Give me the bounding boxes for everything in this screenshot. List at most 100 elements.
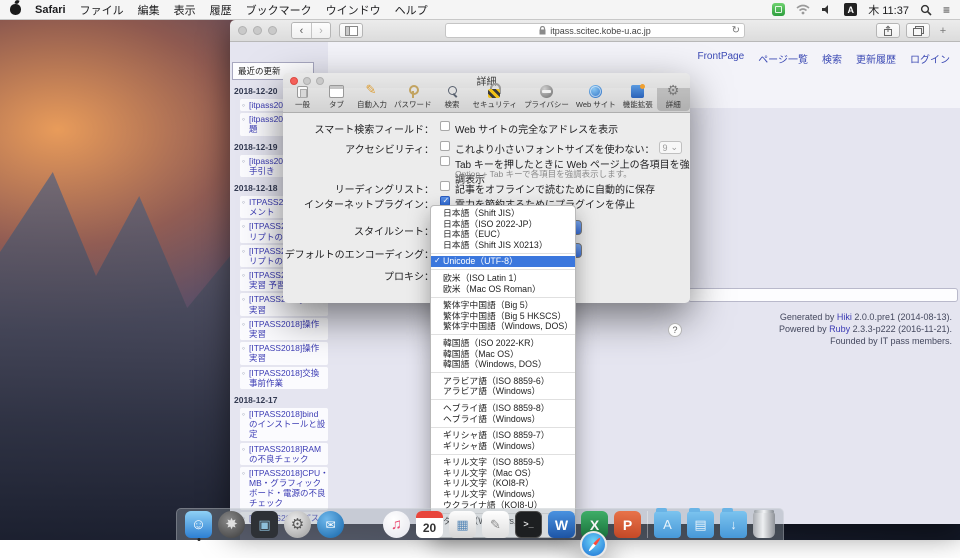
encoding-option[interactable]: ✓ 欧米（Mac OS Roman） [431, 284, 575, 295]
menubar-app-name[interactable]: Safari [35, 4, 66, 16]
encoding-option[interactable]: ✓ Unicode（UTF-8） [431, 256, 575, 267]
encoding-option[interactable]: ✓ [431, 399, 575, 400]
encoding-option[interactable]: ✓ [431, 253, 575, 254]
dock-icon-folder-downloads[interactable]: ↓ [720, 511, 747, 538]
input-source-icon[interactable]: A [844, 3, 857, 16]
dock-icon-mission[interactable]: ▣ [251, 511, 278, 538]
encoding-option[interactable]: ✓ 繁体字中国語（Big 5） [431, 300, 575, 311]
encoding-option[interactable]: ✓ キリル文字（Mac OS） [431, 468, 575, 479]
encoding-option[interactable]: ✓ アラビア語（ISO 8859-6） [431, 376, 575, 387]
prefs-tab-advanced[interactable]: 詳細 [657, 84, 690, 111]
encoding-option[interactable]: ✓ キリル文字（KOI8-R） [431, 478, 575, 489]
encoding-option[interactable]: ✓ [431, 454, 575, 455]
zoom-button[interactable] [268, 26, 277, 35]
sidebar-entry[interactable]: [ITPASS2018]操作実習 [240, 342, 328, 364]
show-full-address-checkbox[interactable] [440, 121, 450, 131]
encoding-option[interactable]: ✓ キリル文字（Windows） [431, 489, 575, 500]
encoding-option[interactable]: ✓ ヘブライ語（ISO 8859-8） [431, 403, 575, 414]
share-button[interactable] [876, 23, 900, 38]
min-font-size-checkbox[interactable] [440, 141, 450, 151]
sidebar-toggle-button[interactable] [339, 23, 363, 38]
forward-button[interactable]: › [311, 23, 330, 38]
menubar-menu-item[interactable]: ウインドウ [326, 2, 381, 18]
prefs-tab-general[interactable]: 一般 [286, 85, 319, 111]
close-button[interactable] [238, 26, 247, 35]
minimize-button[interactable] [253, 26, 262, 35]
encoding-option[interactable]: ✓ 日本語（Shift JIS） [431, 208, 575, 219]
volume-icon[interactable] [821, 4, 833, 15]
prefs-tab-extensions[interactable]: 機能拡張 [620, 84, 656, 111]
encoding-option[interactable]: ✓ 欧米（ISO Latin 1） [431, 273, 575, 284]
menubar-menu-item[interactable]: 表示 [174, 2, 196, 18]
new-tab-button[interactable]: + [936, 23, 950, 38]
dock-icon-launchpad[interactable]: ✸ [218, 511, 245, 538]
offline-save-checkbox[interactable] [440, 181, 450, 191]
reload-icon[interactable]: ↻ [732, 25, 740, 36]
menubar-clock[interactable]: 木 11:37 [868, 2, 909, 18]
dock-icon-sysprefs[interactable]: ⚙ [284, 511, 311, 538]
dock-icon-terminal[interactable]: >_ [515, 511, 542, 538]
menubar-menu-item[interactable]: 履歴 [210, 2, 232, 18]
menubar-menu-item[interactable]: ヘルプ [395, 2, 428, 18]
encoding-option[interactable]: ✓ 繁体字中国語（Windows, DOS） [431, 321, 575, 332]
dock-icon-thunderbird[interactable]: ✉ [317, 511, 344, 538]
tab-highlight-checkbox[interactable] [440, 156, 450, 166]
dock-icon-word[interactable]: W [548, 511, 575, 538]
dock-icon-textedit[interactable]: ✎ [482, 511, 509, 538]
dock-icon-itunes[interactable]: ♫ [383, 511, 410, 538]
sidebar-entry[interactable]: [ITPASS2018]bindのインストールと設定 [240, 408, 328, 441]
encoding-option[interactable]: ✓ 繁体字中国語（Big 5 HKSCS） [431, 311, 575, 322]
address-bar[interactable]: itpass.scitec.kobe-u.ac.jp ↻ [445, 23, 745, 38]
hiki-link[interactable]: Hiki [837, 312, 852, 322]
encoding-option[interactable]: ✓ [431, 297, 575, 298]
dock-icon-powerpoint[interactable]: P [614, 511, 641, 538]
menubar-menu-item[interactable]: 編集 [138, 2, 160, 18]
sidebar-entry[interactable]: [ITPASS2018]操作実習 [240, 318, 328, 340]
encoding-option[interactable]: ✓ 日本語（ISO 2022-JP） [431, 219, 575, 230]
encoding-option[interactable]: ✓ キリル文字（ISO 8859-5） [431, 457, 575, 468]
ruby-link[interactable]: Ruby [829, 324, 850, 334]
sidebar-entry[interactable]: [ITPASS2018]CPU・MB・グラフィックボード・電源の不良チェック [240, 467, 328, 510]
page-nav-link[interactable]: ページ一覧 [758, 51, 808, 66]
encoding-option[interactable]: ✓ 韓国語（Mac OS） [431, 349, 575, 360]
dock-icon-preview[interactable]: ▦ [449, 511, 476, 538]
dock-icon-calendar[interactable]: 20 [416, 511, 443, 538]
notification-center-icon[interactable]: ≡ [943, 3, 950, 17]
dock-icon-separator[interactable] [647, 511, 648, 538]
menubar-menu-item[interactable]: ブックマーク [246, 2, 312, 18]
prefs-tab-search[interactable]: 検索 [436, 84, 469, 111]
sidebar-entry[interactable]: 2018-12-17 [234, 395, 331, 405]
dock-icon-finder[interactable]: ☺ [185, 511, 212, 538]
prefs-tab-privacy[interactable]: プライバシー [521, 84, 572, 111]
encoding-option[interactable]: ✓ 韓国語（Windows, DOS） [431, 359, 575, 370]
menubar-menu-item[interactable]: ファイル [80, 2, 124, 18]
encoding-option[interactable]: ✓ 日本語（Shift JIS X0213） [431, 240, 575, 251]
tab-overview-button[interactable] [906, 23, 930, 38]
apple-menu-icon[interactable] [10, 4, 21, 15]
encoding-option[interactable]: ✓ [431, 427, 575, 428]
help-button[interactable]: ? [668, 323, 682, 337]
prefs-tab-tabs[interactable]: タブ [320, 84, 353, 111]
encoding-option[interactable]: ✓ [431, 334, 575, 335]
wifi-icon[interactable] [796, 4, 810, 15]
prefs-tab-passwords[interactable]: パスワード [391, 84, 435, 111]
back-button[interactable]: ‹ [292, 23, 311, 38]
green-app-status-icon[interactable] [772, 3, 785, 16]
prefs-tab-autofill[interactable]: 自動入力 [354, 84, 390, 111]
spotlight-icon[interactable] [920, 4, 932, 16]
prefs-tab-websites[interactable]: Web サイト [573, 84, 619, 111]
dock-icon-trash[interactable] [753, 512, 775, 538]
encoding-option[interactable]: ✓ アラビア語（Windows） [431, 386, 575, 397]
sidebar-entry[interactable]: [ITPASS2018]RAM の不良チェック [240, 443, 328, 465]
font-size-select[interactable]: 9 ⌄ [659, 141, 683, 154]
encoding-option[interactable]: ✓ [431, 372, 575, 373]
sidebar-entry[interactable]: [ITPASS2018]交換事前作業 [240, 367, 328, 389]
prefs-tab-security[interactable]: セキュリティ [470, 84, 521, 111]
page-nav-link[interactable]: 更新履歴 [856, 51, 896, 66]
page-nav-link[interactable]: ログイン [910, 51, 950, 66]
encoding-option[interactable]: ✓ 韓国語（ISO 2022-KR） [431, 338, 575, 349]
encoding-option[interactable]: ✓ ギリシャ語（ISO 8859-7） [431, 430, 575, 441]
page-nav-link[interactable]: FrontPage [697, 51, 744, 66]
dock-icon-safari[interactable] [580, 531, 607, 558]
encoding-option[interactable]: ✓ ヘブライ語（Windows） [431, 414, 575, 425]
